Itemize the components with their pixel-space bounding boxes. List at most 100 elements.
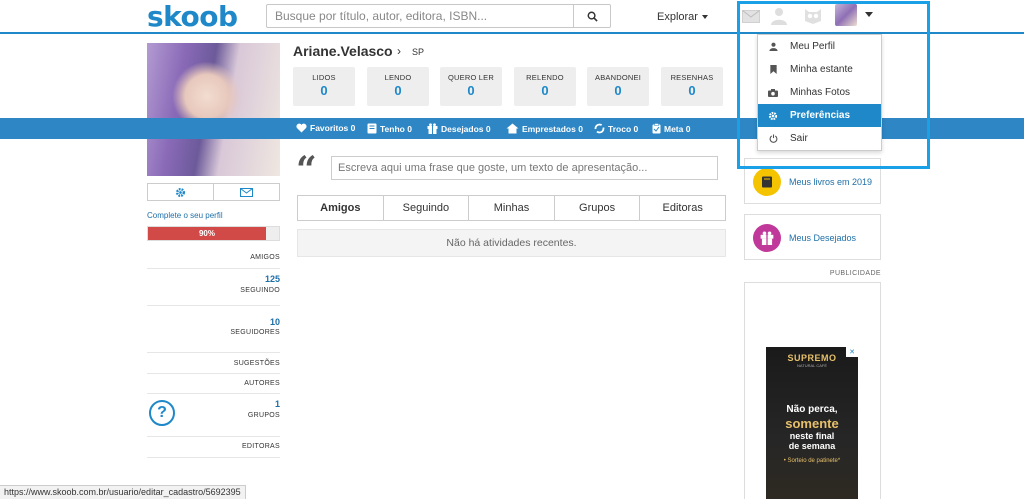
sugestoes-link[interactable]: SUGESTÕES <box>147 360 280 367</box>
menu-item-preferencias[interactable]: Preferências <box>758 104 881 127</box>
menu-item-label: Meu Perfil <box>790 41 836 52</box>
stat-quero-ler[interactable]: QUERO LER 0 <box>440 67 502 106</box>
chevron-down-icon <box>701 15 708 20</box>
profile-state: SP <box>412 47 425 57</box>
divider <box>147 373 280 374</box>
chevron-down-icon[interactable] <box>865 12 873 17</box>
menu-item-minhas-fotos[interactable]: Minhas Fotos <box>758 81 881 104</box>
progress-fill: 90% <box>148 227 266 240</box>
stat-value: 0 <box>320 83 328 98</box>
shelf-label: Desejados 0 <box>441 123 491 134</box>
tab-seguindo[interactable]: Seguindo <box>384 196 470 220</box>
tab-editoras[interactable]: Editoras <box>640 196 725 220</box>
stat-resenhas[interactable]: RESENHAS 0 <box>661 67 723 106</box>
menu-item-label: Minha estante <box>790 64 853 75</box>
power-icon <box>769 134 777 143</box>
stat-label: QUERO LER <box>448 73 494 82</box>
shelf-tenho[interactable]: Tenho 0 <box>367 123 412 134</box>
stat-lidos[interactable]: LIDOS 0 <box>293 67 355 106</box>
gift-icon <box>427 123 438 134</box>
explorar-menu[interactable]: Explorar <box>657 11 708 23</box>
no-activity-message: Não há atividades recentes. <box>297 229 726 257</box>
book-icon <box>367 123 377 134</box>
divider <box>147 393 280 394</box>
ad-brand: SUPREMO <box>787 353 837 363</box>
stat-value: 0 <box>614 83 622 98</box>
shelf-label: Favoritos 0 <box>310 123 356 133</box>
seguindo-count[interactable]: 125 <box>147 274 280 284</box>
shelf-label: Emprestados 0 <box>522 123 583 134</box>
tab-grupos[interactable]: Grupos <box>555 196 641 220</box>
ad-line3a: neste final <box>789 431 835 441</box>
page: skoob Explorar Meu Perfil Minha estante <box>0 0 1024 499</box>
stat-label: LIDOS <box>312 73 336 82</box>
editoras-link[interactable]: EDITORAS <box>147 443 280 450</box>
card-meus-livros[interactable]: Meus livros em 2019 <box>744 158 881 204</box>
gear-icon <box>175 187 186 197</box>
shelf-favoritos[interactable]: Favoritos 0 <box>296 123 355 133</box>
ad-banner[interactable]: SUPREMO NATURAL CAFÉ Não perca, somente … <box>766 347 858 499</box>
divider <box>147 352 280 353</box>
menu-item-meu-perfil[interactable]: Meu Perfil <box>758 35 881 58</box>
ad-line3b: de semana <box>788 441 836 452</box>
ad-brand-sub: NATURAL CAFÉ <box>796 363 827 368</box>
user-icon <box>768 42 778 51</box>
amigos-link[interactable]: AMIGOS <box>147 254 280 261</box>
explorar-label: Explorar <box>657 11 698 23</box>
profile-progress-bar: 90% <box>147 226 280 241</box>
ad-line2: somente <box>785 416 839 431</box>
shelf-meta[interactable]: Meta 0 <box>652 123 690 134</box>
envelope-icon <box>240 187 253 197</box>
browser-status-url: https://www.skoob.com.br/usuario/editar_… <box>0 485 246 499</box>
message-button[interactable] <box>214 184 279 200</box>
messages-button[interactable] <box>742 6 760 26</box>
grupos-count[interactable]: 1 <box>147 399 280 409</box>
notifications-button[interactable] <box>803 6 823 26</box>
quote-icon: “ <box>296 149 317 191</box>
tab-amigos[interactable]: Amigos <box>298 196 384 220</box>
stat-abandonei[interactable]: ABANDONEI 0 <box>587 67 649 106</box>
shelf-desejados[interactable]: Desejados 0 <box>427 123 491 134</box>
search-input[interactable] <box>266 4 574 28</box>
gift-icon <box>753 224 781 252</box>
swap-icon <box>594 123 605 134</box>
stat-relendo[interactable]: RELENDO 0 <box>514 67 576 106</box>
shelf-label: Tenho 0 <box>380 123 412 134</box>
menu-item-label: Preferências <box>790 110 851 121</box>
gear-icon <box>768 111 778 120</box>
profile-actions <box>147 183 280 201</box>
seguidores-count[interactable]: 10 <box>147 317 280 327</box>
card-label: Meus Desejados <box>789 233 857 243</box>
user-dropdown-menu: Meu Perfil Minha estante Minhas Fotos Pr… <box>757 34 882 151</box>
autores-link[interactable]: AUTORES <box>147 380 280 387</box>
phrase-input[interactable] <box>331 156 718 180</box>
profile-photo[interactable] <box>147 43 280 176</box>
profile-username[interactable]: Ariane.Velasco <box>293 43 393 59</box>
heart-icon <box>296 123 307 133</box>
divider <box>147 305 280 306</box>
settings-button[interactable] <box>148 184 214 200</box>
envelope-icon <box>742 9 760 23</box>
stat-label: LENDO <box>384 73 412 82</box>
seguidores-link[interactable]: SEGUIDORES <box>147 329 280 336</box>
seguindo-link[interactable]: SEGUINDO <box>147 287 280 294</box>
chevron-right-icon: › <box>397 44 401 58</box>
grupos-link[interactable]: GRUPOS <box>147 412 280 419</box>
tab-minhas[interactable]: Minhas <box>469 196 555 220</box>
shelf-label: Meta 0 <box>664 123 691 134</box>
card-meus-desejados[interactable]: Meus Desejados <box>744 214 881 260</box>
stat-lendo[interactable]: LENDO 0 <box>367 67 429 106</box>
friend-requests-button[interactable] <box>770 6 788 26</box>
user-avatar-menu[interactable] <box>835 4 857 26</box>
search-button[interactable] <box>573 4 611 28</box>
card-label: Meus livros em 2019 <box>789 177 873 187</box>
ad-line1: Não perca, <box>786 404 838 415</box>
book-icon <box>753 168 781 196</box>
ad-close-icon[interactable]: ✕ <box>846 347 858 357</box>
complete-profile-link[interactable]: Complete o seu perfil <box>147 211 223 220</box>
shelf-troco[interactable]: Troco 0 <box>594 123 638 134</box>
shelf-emprestados[interactable]: Emprestados 0 <box>506 123 583 134</box>
menu-item-sair[interactable]: Sair <box>758 127 881 150</box>
skoob-logo[interactable]: skoob <box>147 0 238 33</box>
menu-item-minha-estante[interactable]: Minha estante <box>758 58 881 81</box>
